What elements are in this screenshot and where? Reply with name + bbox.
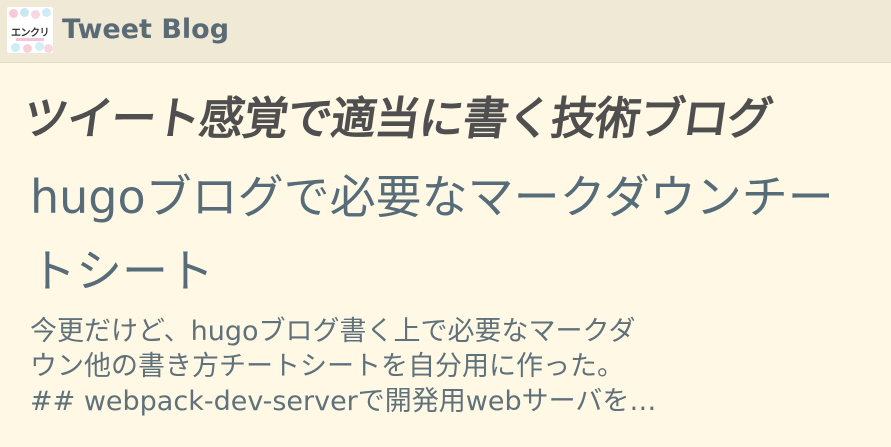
site-tagline: ツイート感覚で適当に書く技術ブログ: [19, 92, 776, 145]
logo-dot: [44, 44, 53, 53]
excerpt-line: ウン他の書き方チートシートを自分用に作った。: [30, 351, 624, 382]
site-header: エンクリ Tweet Blog: [0, 0, 891, 63]
logo-dot: [31, 10, 40, 19]
logo-dot: [35, 42, 44, 51]
logo-dot: [23, 44, 32, 53]
logo-dot: [11, 43, 20, 52]
post-title-link[interactable]: hugoブログで必要なマークダウンチートシート: [30, 160, 870, 308]
logo-dot: [20, 8, 29, 17]
logo-dot: [42, 8, 51, 17]
excerpt-line: ## webpack-dev-serverで開発用webサーバを…: [30, 386, 657, 417]
excerpt-line: 今更だけど、hugoブログ書く上で必要なマークダ: [30, 316, 636, 347]
post-excerpt: 今更だけど、hugoブログ書く上で必要なマークダ ウン他の書き方チートシートを自…: [30, 314, 875, 419]
site-title-link[interactable]: Tweet Blog: [62, 14, 229, 45]
site-logo[interactable]: エンクリ: [7, 7, 53, 53]
logo-underline: [16, 38, 44, 41]
logo-dot: [9, 9, 18, 18]
logo-text: エンクリ: [11, 28, 50, 39]
